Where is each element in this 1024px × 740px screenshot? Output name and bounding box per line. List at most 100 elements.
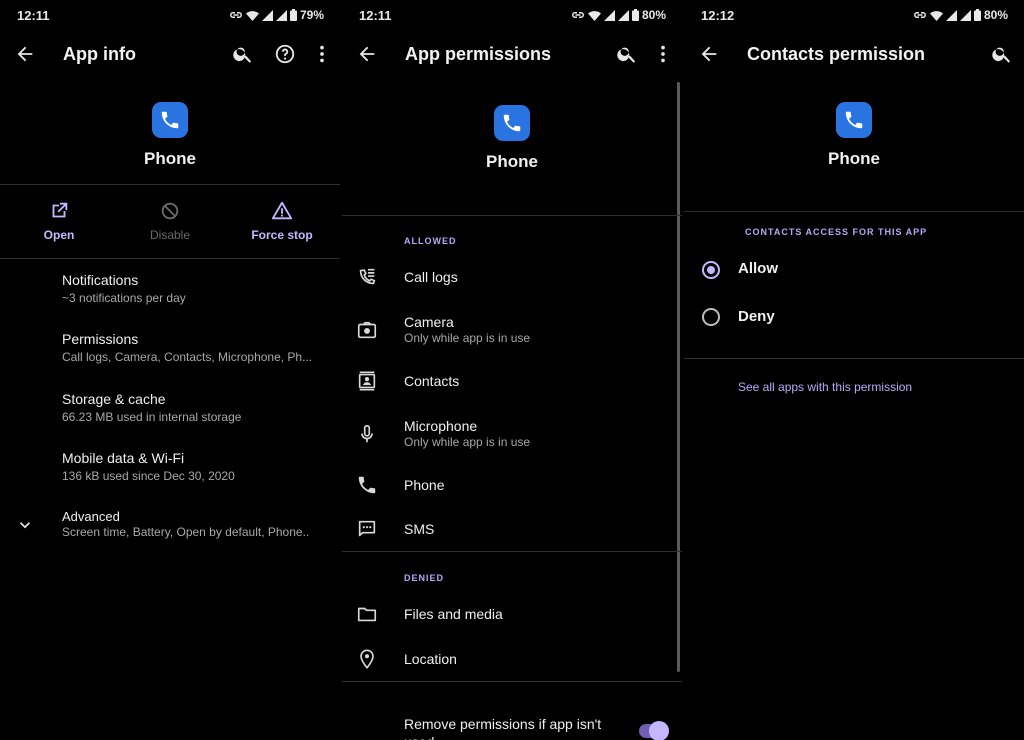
permission-row-call-logs[interactable]: Call logs <box>342 258 682 296</box>
allowed-section-header: ALLOWED <box>404 236 457 246</box>
storage-cache-item[interactable]: Storage & cache 66.23 MB used in interna… <box>62 391 328 424</box>
phone-icon <box>358 476 376 494</box>
permission-row-phone[interactable]: Phone <box>342 466 682 504</box>
signal-icon-2 <box>275 9 287 21</box>
notifications-item[interactable]: Notifications ~3 notifications per day <box>62 272 328 305</box>
permission-row-location[interactable]: Location <box>342 640 682 678</box>
warning-icon <box>271 201 293 220</box>
contacts-icon <box>358 371 376 391</box>
status-bar: 12:11 80% <box>342 0 682 30</box>
top-app-bar: Contacts permission <box>684 34 1024 74</box>
more-options-icon[interactable] <box>311 43 333 65</box>
allow-radio[interactable] <box>702 261 720 279</box>
item-title: Notifications <box>62 272 139 288</box>
item-subtitle: Call logs, Camera, Contacts, Microphone,… <box>62 350 313 364</box>
divider <box>0 258 340 259</box>
app-info-screen: 12:11 79% App info Phone Open Disable Fo… <box>0 0 340 740</box>
permission-row-sms[interactable]: SMS <box>342 510 682 548</box>
call-log-icon <box>359 268 376 285</box>
search-icon[interactable] <box>232 43 254 65</box>
battery-percent: 79% <box>299 8 324 22</box>
permission-title: Phone <box>404 477 445 493</box>
app-name: Phone <box>828 149 880 168</box>
item-subtitle: Screen time, Battery, Open by default, P… <box>62 525 310 539</box>
status-icons: 80% <box>913 8 1008 22</box>
open-label: Open <box>43 228 75 242</box>
disable-icon <box>161 202 179 220</box>
permission-row-contacts[interactable]: Contacts <box>342 362 682 400</box>
permission-subtitle: Only while app is in use <box>404 331 531 345</box>
phone-app-icon <box>152 102 188 138</box>
open-external-icon <box>52 202 68 218</box>
link-icon <box>229 12 242 18</box>
contacts-permission-screen: 12:12 80% Contacts permission Phone CONT… <box>684 0 1024 740</box>
link-icon <box>571 12 584 18</box>
back-arrow-icon[interactable] <box>698 43 720 65</box>
wifi-icon <box>245 10 259 21</box>
permission-row-microphone[interactable]: Microphone Only while app is in use <box>342 414 682 458</box>
divider <box>0 184 340 185</box>
toggle-knob <box>649 721 669 740</box>
status-time: 12:12 <box>701 8 735 23</box>
search-icon[interactable] <box>616 43 638 65</box>
page-title: App permissions <box>405 44 552 64</box>
remove-permissions-row[interactable]: Remove permissions if app isn't used <box>342 712 682 740</box>
page-title: Contacts permission <box>747 44 926 64</box>
permissions-item[interactable]: Permissions Call logs, Camera, Contacts,… <box>62 331 328 364</box>
item-title: Storage & cache <box>62 391 166 407</box>
status-bar: 12:11 79% <box>0 0 340 30</box>
status-bar: 12:12 80% <box>684 0 1024 30</box>
permission-title: Call logs <box>404 269 458 285</box>
top-app-bar: App permissions <box>342 34 682 74</box>
location-icon <box>360 649 374 669</box>
deny-radio[interactable] <box>702 308 720 326</box>
allow-label[interactable]: Allow <box>738 260 778 277</box>
top-app-bar: App info <box>0 34 340 74</box>
permission-subtitle: Only while app is in use <box>404 435 531 449</box>
divider <box>342 215 682 216</box>
deny-label[interactable]: Deny <box>738 308 775 325</box>
disable-button[interactable]: Disable <box>115 200 225 242</box>
folder-icon <box>357 607 377 622</box>
remove-permissions-label-line2: used <box>404 734 434 740</box>
divider <box>684 358 1024 359</box>
wifi-icon <box>929 10 943 21</box>
battery-percent: 80% <box>641 8 666 22</box>
permission-title: Location <box>404 651 457 667</box>
item-title: Mobile data & Wi-Fi <box>62 450 185 466</box>
help-icon[interactable] <box>274 43 296 65</box>
phone-app-icon <box>836 102 872 138</box>
force-stop-button[interactable]: Force stop <box>227 200 337 242</box>
force-stop-label: Force stop <box>251 228 313 242</box>
open-button[interactable]: Open <box>4 200 114 242</box>
status-time: 12:11 <box>359 8 392 23</box>
more-options-icon[interactable] <box>652 43 674 65</box>
item-subtitle: 136 kB used since Dec 30, 2020 <box>62 469 235 483</box>
search-icon[interactable] <box>991 43 1013 65</box>
advanced-item[interactable]: Advanced Screen time, Battery, Open by d… <box>62 509 328 539</box>
item-title: Advanced <box>62 509 120 524</box>
sms-icon <box>358 520 376 537</box>
battery-percent: 80% <box>983 8 1008 22</box>
disable-label: Disable <box>149 228 191 242</box>
item-subtitle: ~3 notifications per day <box>62 291 186 305</box>
battery-icon <box>631 9 639 21</box>
phone-app-icon <box>494 105 530 141</box>
signal-icon-2 <box>959 9 971 21</box>
chevron-down-icon[interactable] <box>15 515 35 535</box>
app-permissions-screen: 12:11 80% App permissions Phone ALLOWED … <box>342 0 682 740</box>
permission-row-camera[interactable]: Camera Only while app is in use <box>342 310 682 354</box>
permission-row-files-and-media[interactable]: Files and media <box>342 595 682 633</box>
denied-section-header: DENIED <box>404 573 445 583</box>
mobile-data-wifi-item[interactable]: Mobile data & Wi-Fi 136 kB used since De… <box>62 450 328 483</box>
back-arrow-icon[interactable] <box>356 43 378 65</box>
battery-icon <box>973 9 981 21</box>
item-title: Permissions <box>62 331 139 347</box>
see-all-apps-link[interactable]: See all apps with this permission <box>738 380 912 394</box>
remove-permissions-toggle[interactable] <box>639 721 669 740</box>
permission-title: SMS <box>404 521 435 537</box>
link-icon <box>913 12 926 18</box>
back-arrow-icon[interactable] <box>14 43 36 65</box>
permission-title: Files and media <box>404 606 503 622</box>
status-icons: 80% <box>571 8 666 22</box>
